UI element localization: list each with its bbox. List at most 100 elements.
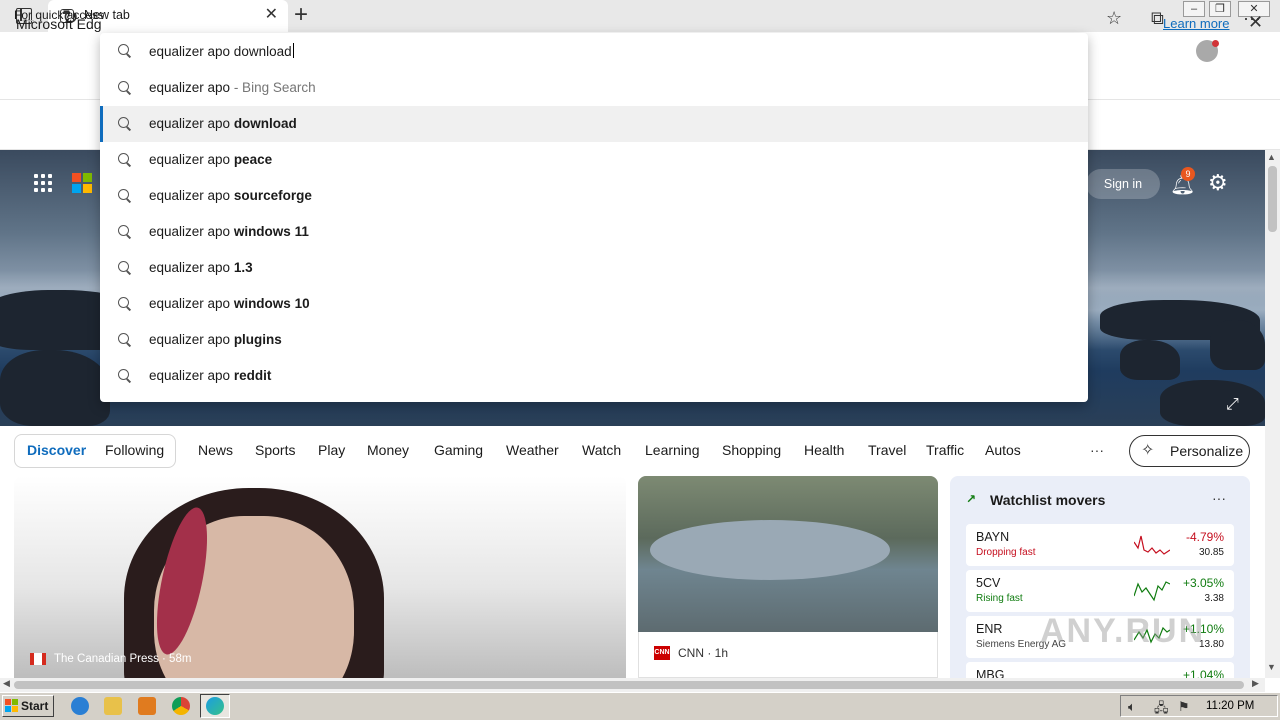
learn-more-link[interactable]: Learn more bbox=[1163, 16, 1229, 31]
info-bar-text: Microsoft Edg bbox=[16, 16, 102, 32]
stock-symbol: MBG bbox=[976, 668, 1005, 678]
suggestion-label[interactable]: equalizer apo plugins bbox=[149, 332, 282, 347]
app-launcher-icon[interactable] bbox=[34, 174, 54, 194]
scroll-left-arrow-icon[interactable]: ◀ bbox=[3, 678, 10, 689]
suggestion-label[interactable]: equalizer apo 1.3 bbox=[149, 260, 253, 275]
category-news[interactable]: News bbox=[198, 442, 233, 458]
horizontal-scroll-thumb[interactable] bbox=[14, 681, 1244, 689]
search-icon bbox=[118, 297, 132, 311]
taskbar-clock[interactable]: 11:20 PM bbox=[1206, 700, 1254, 712]
suggestion-label[interactable]: equalizer apo sourceforge bbox=[149, 188, 312, 203]
trending-up-icon: ↗ bbox=[966, 492, 977, 506]
search-icon bbox=[118, 189, 132, 203]
category-autos[interactable]: Autos bbox=[985, 442, 1021, 458]
stock-sparkline bbox=[1134, 581, 1170, 602]
category-weather[interactable]: Weather bbox=[506, 442, 559, 458]
category-play[interactable]: Play bbox=[318, 442, 345, 458]
search-icon bbox=[118, 153, 132, 167]
stock-symbol: BAYN bbox=[976, 530, 1010, 544]
stock-change: -4.79% bbox=[1185, 530, 1224, 544]
favorites-star-icon[interactable]: ☆ bbox=[1106, 8, 1122, 28]
minimize-button[interactable]: – bbox=[1183, 1, 1205, 17]
start-label: Start bbox=[21, 699, 49, 713]
stock-row[interactable]: 5CV Rising fast +3.05% 3.38 bbox=[966, 570, 1234, 612]
watchlist-more-icon[interactable]: ··· bbox=[1212, 490, 1226, 506]
scroll-right-arrow-icon[interactable]: ▶ bbox=[1252, 678, 1259, 689]
suggestion-label[interactable]: equalizer apo - Bing Search bbox=[149, 80, 316, 95]
vertical-scroll-thumb[interactable] bbox=[1268, 166, 1277, 232]
flag-notification-icon[interactable]: ⚑ bbox=[1178, 699, 1190, 715]
scroll-down-arrow-icon[interactable]: ▼ bbox=[1267, 662, 1276, 672]
stock-change: +1.04% bbox=[1182, 668, 1224, 678]
tab-following[interactable]: Following bbox=[105, 442, 164, 458]
scroll-up-arrow-icon[interactable]: ▲ bbox=[1267, 152, 1276, 162]
stock-symbol: 5CV bbox=[976, 576, 1001, 590]
new-tab-button[interactable]: + bbox=[294, 3, 308, 27]
tab-discover[interactable]: Discover bbox=[27, 442, 86, 458]
internet-explorer-icon[interactable] bbox=[71, 697, 89, 715]
feed-navigation bbox=[0, 426, 1265, 476]
edge-icon bbox=[206, 697, 224, 715]
main-news-card[interactable] bbox=[14, 476, 626, 678]
search-icon bbox=[118, 225, 132, 239]
personalize-sparkle-icon: ✧ bbox=[1141, 442, 1155, 459]
windows-taskbar bbox=[0, 692, 1280, 720]
main-card-source: The Canadian Press · 58m bbox=[54, 653, 192, 665]
suggestion-label[interactable]: equalizer apo peace bbox=[149, 152, 272, 167]
stock-row[interactable]: BAYN Dropping fast -4.79% 30.85 bbox=[966, 524, 1234, 566]
close-info-bar-icon[interactable]: ✕ bbox=[1248, 12, 1263, 33]
anyrun-watermark: ANY.RUN bbox=[1040, 612, 1206, 650]
cnn-logo-icon: CNN bbox=[654, 646, 670, 660]
suggestion-label[interactable]: equalizer apo windows 10 bbox=[149, 296, 310, 311]
selection-indicator bbox=[100, 106, 103, 142]
file-explorer-icon[interactable] bbox=[104, 697, 122, 715]
category-traffic[interactable]: Traffic bbox=[926, 442, 964, 458]
category-watch[interactable]: Watch bbox=[582, 442, 621, 458]
page-settings-gear-icon[interactable]: ⚙ bbox=[1208, 170, 1228, 196]
address-bar-input[interactable]: equalizer apo download bbox=[149, 43, 294, 59]
category-learning[interactable]: Learning bbox=[645, 442, 700, 458]
category-health[interactable]: Health bbox=[804, 442, 844, 458]
search-icon bbox=[118, 261, 132, 275]
restore-button[interactable]: ❐ bbox=[1209, 1, 1231, 17]
collections-icon[interactable]: ⧉ bbox=[1151, 8, 1164, 28]
suggestion-label[interactable]: equalizer apo windows 11 bbox=[149, 224, 309, 239]
search-icon bbox=[118, 117, 132, 131]
search-icon bbox=[118, 81, 132, 95]
sign-in-button[interactable]: Sign in bbox=[1086, 169, 1160, 199]
chrome-icon[interactable] bbox=[172, 697, 190, 715]
microsoft-logo-icon[interactable] bbox=[72, 173, 92, 193]
stock-sparkline bbox=[1134, 535, 1170, 555]
category-gaming[interactable]: Gaming bbox=[434, 442, 483, 458]
expand-background-icon[interactable]: ⤢ bbox=[1226, 396, 1239, 414]
search-icon bbox=[118, 333, 132, 347]
stock-symbol: ENR bbox=[976, 622, 1003, 636]
stock-subtitle: Dropping fast bbox=[976, 547, 1036, 558]
category-sports[interactable]: Sports bbox=[255, 442, 295, 458]
personalize-label[interactable]: Personalize bbox=[1170, 443, 1243, 459]
stock-price: 30.85 bbox=[1198, 547, 1224, 558]
suggestion-label[interactable]: equalizer apo download bbox=[149, 116, 297, 131]
volume-icon[interactable]: 🔈︎ bbox=[1128, 699, 1136, 715]
category-money[interactable]: Money bbox=[367, 442, 409, 458]
category-shopping[interactable]: Shopping bbox=[722, 442, 781, 458]
media-player-icon[interactable] bbox=[138, 697, 156, 715]
search-icon bbox=[118, 369, 132, 383]
category-travel[interactable]: Travel bbox=[868, 442, 906, 458]
windows-flag-icon bbox=[5, 699, 18, 712]
stock-subtitle: Rising fast bbox=[976, 593, 1023, 604]
more-categories-button[interactable]: ··· bbox=[1090, 442, 1104, 458]
watchlist-title: Watchlist movers bbox=[990, 492, 1106, 508]
stock-change: +3.05% bbox=[1182, 576, 1224, 590]
search-icon bbox=[118, 44, 132, 58]
suggestion-label[interactable]: equalizer apo reddit bbox=[149, 368, 271, 383]
canada-flag-icon bbox=[30, 653, 46, 665]
network-icon[interactable]: 🖧 bbox=[1154, 699, 1169, 720]
close-tab-icon[interactable]: ✕ bbox=[265, 6, 278, 24]
stock-row[interactable]: MBG +1.04% bbox=[966, 662, 1234, 678]
cnn-card-source: CNN · 1h bbox=[678, 646, 729, 660]
profile-status-dot bbox=[1212, 40, 1219, 47]
notification-count-badge: 9 bbox=[1181, 167, 1195, 181]
text-caret bbox=[292, 43, 294, 58]
stock-price: 3.38 bbox=[1204, 593, 1224, 604]
